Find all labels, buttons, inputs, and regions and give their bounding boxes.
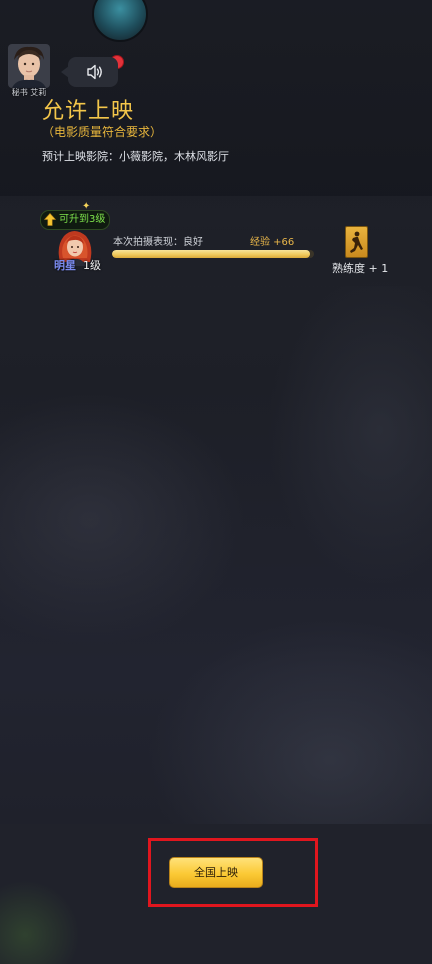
release-title: 允许上映 bbox=[42, 99, 135, 124]
actor-level-label: 1级 bbox=[83, 259, 101, 272]
up-arrow-icon bbox=[44, 213, 56, 226]
upgrade-badge: 可升到3级 bbox=[40, 210, 111, 230]
cinema-list-text: 预计上映影院：小薇影院，木林风影厅 bbox=[42, 150, 229, 163]
release-subtitle: （电影质量符合要求） bbox=[42, 125, 163, 139]
skill-proficiency-text: 熟练度 + 1 bbox=[332, 262, 389, 275]
exp-gain-text: 经验 +66 bbox=[250, 237, 295, 248]
npc-avatar[interactable] bbox=[8, 44, 50, 88]
exp-progress-bar bbox=[112, 250, 314, 258]
voice-button[interactable] bbox=[61, 57, 118, 87]
game-screen: 秘书 艾莉 允许上映 （电影质量符合要求） 预计上映影院：小薇影院，木林风影厅 … bbox=[0, 0, 432, 964]
skill-card-icon[interactable] bbox=[345, 226, 368, 258]
star-label: 明星 bbox=[54, 259, 76, 272]
speaker-icon bbox=[87, 64, 102, 80]
nationwide-release-button[interactable]: 全国上映 bbox=[169, 857, 263, 888]
sparkle-icon: ✦ bbox=[82, 201, 91, 212]
exp-progress-fill bbox=[112, 250, 310, 258]
performance-text: 本次拍摄表现：良好 bbox=[113, 237, 203, 248]
upgrade-badge-label: 可升到3级 bbox=[59, 214, 106, 225]
